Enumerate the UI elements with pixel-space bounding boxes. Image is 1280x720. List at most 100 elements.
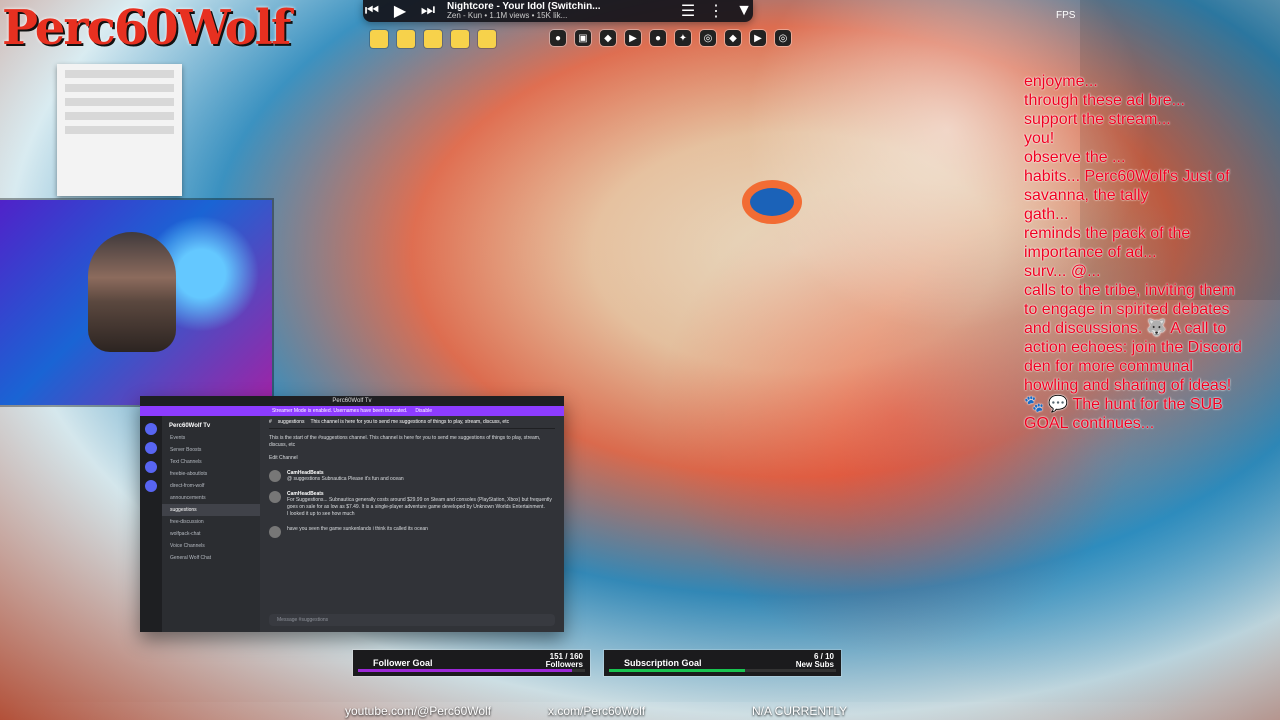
chat-line: surv... @... bbox=[1024, 263, 1101, 280]
discord-window[interactable]: Perc60Wolf Tv Streamer Mode is enabled. … bbox=[140, 396, 564, 632]
play-icon[interactable]: ▶ bbox=[391, 1, 409, 21]
desktop-folder-icon[interactable] bbox=[478, 30, 496, 48]
x-link[interactable]: x.com/Perc60Wolf bbox=[548, 704, 645, 718]
message-body: I looked it up to see how much bbox=[287, 511, 355, 517]
app-icon[interactable]: ▣ bbox=[575, 30, 591, 46]
wolf-eye bbox=[750, 188, 794, 216]
subscription-goal-count: 6 / 10 New Subs bbox=[796, 653, 834, 669]
app-icon[interactable]: ◆ bbox=[725, 30, 741, 46]
channel-topic: This channel is here for you to send me … bbox=[310, 419, 510, 425]
stream-logo: Perc60Wolf bbox=[2, 0, 292, 56]
channel-category[interactable]: Voice Channels bbox=[162, 540, 260, 552]
settings-line bbox=[65, 112, 174, 120]
message-row: have you seen the game sunkenlands i thi… bbox=[269, 526, 555, 538]
server-icon[interactable] bbox=[145, 423, 157, 435]
hash-icon: # bbox=[269, 419, 272, 425]
edit-channel-button[interactable]: Edit Channel bbox=[269, 455, 555, 462]
chat-line: observe the ... bbox=[1024, 149, 1126, 166]
app-icon[interactable]: ◎ bbox=[700, 30, 716, 46]
discord-title-bar[interactable]: Perc60Wolf Tv bbox=[140, 396, 564, 406]
chat-overlay-message: enjoyme... through these ad bre... suppo… bbox=[1024, 72, 1264, 433]
facebook-link[interactable]: N/A CURRENTLY bbox=[752, 704, 847, 718]
youtube-link[interactable]: youtube.com/@Perc60Wolf bbox=[345, 704, 491, 718]
settings-window[interactable] bbox=[57, 64, 182, 196]
media-title: Nightcore - Your Idol (Switchin... bbox=[447, 2, 601, 11]
notice-text: Streamer Mode is enabled. Usernames have… bbox=[271, 408, 408, 414]
media-subtitle: Zen - Kun • 1.1M views • 15K lik... bbox=[447, 11, 568, 20]
chat-line: support the stream... bbox=[1024, 111, 1171, 128]
more-icon[interactable]: ⋮ bbox=[707, 1, 725, 21]
channel-sidebar: Perc60Wolf Tv Events Server Boosts Text … bbox=[162, 416, 260, 632]
queue-icon[interactable]: ☰ bbox=[679, 1, 697, 21]
sidebar-item-events[interactable]: Events bbox=[162, 432, 260, 444]
avatar bbox=[269, 526, 281, 538]
settings-line bbox=[65, 126, 174, 134]
fps-label: FPS bbox=[1056, 10, 1076, 21]
follower-unit: Followers bbox=[545, 660, 583, 669]
desktop-folder-icon[interactable] bbox=[424, 30, 442, 48]
message-row: CamHeadBeats For Suggestions... Subnauti… bbox=[269, 491, 555, 518]
follower-goal: Follower Goal 151 / 160 Followers bbox=[353, 650, 590, 676]
settings-line bbox=[65, 70, 174, 78]
app-icon[interactable]: ✦ bbox=[675, 30, 691, 46]
chat-line: habits... Perc60Wolf's Just of bbox=[1024, 168, 1230, 185]
message-body: For Suggestions... Subnautica generally … bbox=[287, 497, 552, 510]
channel-header: # suggestions This channel is here for y… bbox=[269, 416, 555, 429]
desktop-folder-icon[interactable] bbox=[397, 30, 415, 48]
media-player[interactable]: ⏮ ▶ ⏭ Nightcore - Your Idol (Switchin...… bbox=[363, 0, 753, 22]
chat-line: savanna, the tally bbox=[1024, 187, 1149, 204]
voice-channel[interactable]: General Wolf Chat bbox=[162, 552, 260, 564]
server-name[interactable]: Perc60Wolf Tv bbox=[162, 420, 260, 432]
server-icon[interactable] bbox=[145, 442, 157, 454]
message-body: @ suggestions Subnautica Please it's fun… bbox=[287, 476, 404, 482]
app-icon[interactable]: ▶ bbox=[625, 30, 641, 46]
app-icon[interactable]: ● bbox=[650, 30, 666, 46]
desktop-icon-row bbox=[370, 30, 496, 48]
media-info: Nightcore - Your Idol (Switchin... Zen -… bbox=[447, 2, 669, 20]
message-body: have you seen the game sunkenlands i thi… bbox=[287, 526, 428, 532]
server-icon[interactable] bbox=[145, 480, 157, 492]
channel-item-suggestions[interactable]: suggestions bbox=[162, 504, 260, 516]
chat-line: importance of ad... bbox=[1024, 244, 1157, 261]
channel-category[interactable]: Text Channels bbox=[162, 456, 260, 468]
chat-line: den for more communal bbox=[1024, 358, 1193, 375]
app-icon[interactable]: ▶ bbox=[750, 30, 766, 46]
channel-title: suggestions bbox=[277, 419, 305, 425]
chat-line: GOAL continues... bbox=[1024, 415, 1155, 432]
desktop-folder-icon[interactable] bbox=[370, 30, 388, 48]
chat-line: to engage in spirited debates bbox=[1024, 301, 1230, 318]
social-links-bar: youtube.com/@Perc60Wolf x.com/Perc60Wolf… bbox=[0, 702, 1280, 720]
chat-line: through these ad bre... bbox=[1024, 92, 1185, 109]
chat-line: and discussions. 🐺 A call to bbox=[1024, 320, 1227, 337]
channel-item[interactable]: wolfpack-chat bbox=[162, 528, 260, 540]
channel-item[interactable]: free-discussion bbox=[162, 516, 260, 528]
message-input[interactable]: Message #suggestions bbox=[269, 614, 555, 626]
chat-line: howling and sharing of ideas! bbox=[1024, 377, 1232, 394]
channel-item[interactable]: announcements bbox=[162, 492, 260, 504]
disable-button[interactable]: Disable bbox=[415, 408, 432, 414]
next-icon[interactable]: ⏭ bbox=[419, 2, 437, 20]
chat-line: reminds the pack of the bbox=[1024, 225, 1191, 242]
channel-item[interactable]: freebie-aboutlots bbox=[162, 468, 260, 480]
streamer-mode-notice: Streamer Mode is enabled. Usernames have… bbox=[140, 406, 564, 416]
follower-goal-label: Follower Goal bbox=[373, 658, 433, 668]
dropdown-icon[interactable]: ▼ bbox=[735, 2, 753, 20]
channel-item[interactable]: direct-from-wolf bbox=[162, 480, 260, 492]
desktop-folder-icon[interactable] bbox=[451, 30, 469, 48]
subscription-progress-fill bbox=[609, 669, 746, 672]
server-icon[interactable] bbox=[145, 461, 157, 473]
sidebar-item-server-boosts[interactable]: Server Boosts bbox=[162, 444, 260, 456]
webcam-feed bbox=[0, 200, 272, 405]
message-row: CamHeadBeats @ suggestions Subnautica Pl… bbox=[269, 470, 555, 483]
app-icon[interactable]: ◎ bbox=[775, 30, 791, 46]
follower-progress-fill bbox=[358, 669, 573, 672]
subscription-progress-bar bbox=[609, 669, 836, 672]
app-icon[interactable]: ◆ bbox=[600, 30, 616, 46]
chat-line: action echoes: join the Discord bbox=[1024, 339, 1242, 356]
subscription-goal: Subscription Goal 6 / 10 New Subs bbox=[604, 650, 841, 676]
app-icon[interactable]: ● bbox=[550, 30, 566, 46]
settings-line bbox=[65, 84, 174, 92]
channel-intro: This is the start of the #suggestions ch… bbox=[269, 435, 541, 448]
previous-icon[interactable]: ⏮ bbox=[363, 2, 381, 20]
follower-goal-count: 151 / 160 Followers bbox=[546, 653, 583, 669]
